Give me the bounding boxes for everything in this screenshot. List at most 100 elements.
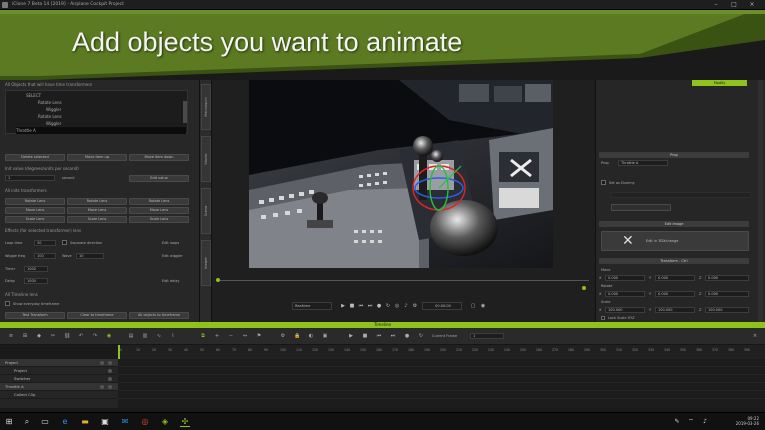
prop-name-field[interactable]: Throttle A bbox=[618, 160, 668, 166]
move-up-button[interactable]: Move item up bbox=[67, 154, 127, 161]
network-icon[interactable]: ⌔ bbox=[686, 417, 696, 427]
tab-modify[interactable]: Modify bbox=[692, 80, 747, 86]
iclone-icon[interactable]: ◈ bbox=[160, 417, 170, 427]
edit-3dxchange-button[interactable]: ✕ Edit in 3DXchange bbox=[601, 231, 749, 251]
tree-item[interactable]: Wiggler bbox=[46, 120, 61, 127]
loop-time-field[interactable]: 30 bbox=[34, 240, 56, 246]
key-icon[interactable]: ◆ bbox=[36, 333, 42, 339]
graph-icon[interactable]: ⌇ bbox=[170, 333, 176, 339]
wiggle-freq-field[interactable]: 100 bbox=[34, 253, 56, 259]
test-transform-button[interactable]: Test Transform bbox=[5, 312, 65, 319]
zoom-in-icon[interactable]: + bbox=[214, 333, 220, 339]
pen-icon[interactable]: ✎ bbox=[672, 417, 682, 427]
time-display-field[interactable]: 00:00:00 bbox=[422, 302, 462, 310]
snap-icon[interactable]: ⧉ bbox=[200, 333, 206, 339]
delay-field[interactable]: 1000 bbox=[24, 278, 48, 284]
move-y-field[interactable]: 0.000 bbox=[655, 275, 695, 281]
tree-scrollbar[interactable] bbox=[183, 101, 187, 123]
maximize-button[interactable]: □ bbox=[726, 1, 742, 9]
track-row[interactable]: Switcher bbox=[0, 375, 118, 383]
file-explorer-icon[interactable]: ▬ bbox=[80, 417, 90, 427]
clear-timeframe-button[interactable]: Clear to timeframe bbox=[67, 312, 127, 319]
curve-icon[interactable]: ∿ bbox=[156, 333, 162, 339]
rotate-lens-button[interactable]: Rotate Lens bbox=[129, 198, 189, 205]
edit-delay-link[interactable]: Edit delay bbox=[162, 279, 179, 283]
move-x-field[interactable]: 0.000 bbox=[605, 275, 645, 281]
scale-lens-button[interactable]: Scale Lens bbox=[5, 216, 65, 223]
scale-z-field[interactable]: 100.000 bbox=[705, 307, 749, 313]
panel-scrollbar[interactable] bbox=[758, 80, 763, 322]
mail-icon[interactable]: ✉ bbox=[120, 417, 130, 427]
timeline-ruler[interactable]: 0 10 20 30 40 50 60 70 80 90 100 110 120… bbox=[118, 345, 765, 359]
timeline-lane[interactable] bbox=[118, 367, 765, 375]
store-icon[interactable]: ▣ bbox=[100, 417, 110, 427]
slider-start-handle[interactable] bbox=[216, 278, 220, 282]
timeline-lane[interactable] bbox=[118, 359, 765, 367]
wave-field[interactable]: 10 bbox=[76, 253, 104, 259]
previous-frame-icon[interactable]: ⏮ bbox=[358, 303, 364, 309]
tree-item[interactable]: Rotate Lens bbox=[38, 113, 62, 120]
next-frame-icon[interactable]: ⏭ bbox=[367, 303, 373, 309]
delete-selected-button[interactable]: Delete selected bbox=[5, 154, 65, 161]
timer-field[interactable]: 1000 bbox=[24, 266, 48, 272]
record-icon[interactable]: ● bbox=[376, 303, 382, 309]
track-row[interactable]: Project bbox=[0, 359, 118, 367]
iclone-active-icon[interactable]: ✣ bbox=[180, 417, 190, 427]
scale-x-field[interactable]: 100.000 bbox=[605, 307, 645, 313]
rotate-lens-button[interactable]: Rotate Lens bbox=[67, 198, 127, 205]
move-lens-button[interactable]: Move Lens bbox=[67, 207, 127, 214]
eye-icon[interactable]: ◐ bbox=[308, 333, 314, 339]
track-row[interactable]: Throttle A bbox=[0, 383, 118, 391]
chrome-icon[interactable]: ◎ bbox=[140, 417, 150, 427]
set-dummy-checkbox[interactable] bbox=[601, 180, 606, 185]
scale-lens-button[interactable]: Scale Lens bbox=[129, 216, 189, 223]
viewport-time-slider[interactable] bbox=[217, 280, 589, 281]
lock-scale-checkbox[interactable] bbox=[601, 316, 605, 320]
edge-icon[interactable]: e bbox=[60, 417, 70, 427]
volume-icon[interactable]: ♪ bbox=[700, 417, 710, 427]
camera-icon[interactable]: ◎ bbox=[394, 303, 400, 309]
object-tree[interactable]: SELECT Rotate Lens Wiggler Rotate Lens W… bbox=[5, 90, 188, 134]
lock-icon[interactable] bbox=[108, 377, 112, 381]
lock-icon[interactable] bbox=[108, 369, 112, 373]
fullscreen-icon[interactable]: ▢ bbox=[470, 303, 476, 309]
record-icon[interactable]: ● bbox=[404, 333, 410, 339]
track-icon[interactable]: ▤ bbox=[128, 333, 134, 339]
undo-icon[interactable]: ↶ bbox=[78, 333, 84, 339]
start-icon[interactable]: ⊞ bbox=[4, 417, 14, 427]
current-frame-field[interactable]: 1 bbox=[470, 333, 504, 339]
collect-clip-icon[interactable]: ⊞ bbox=[22, 333, 28, 339]
lock-icon[interactable] bbox=[108, 361, 112, 365]
timeline-lanes[interactable] bbox=[118, 359, 765, 408]
play-icon[interactable]: ▶ bbox=[348, 333, 354, 339]
timeline-lane[interactable] bbox=[118, 375, 765, 383]
save-icon[interactable]: ▣ bbox=[322, 333, 328, 339]
show-everyday-checkbox[interactable] bbox=[5, 301, 10, 306]
move-down-button[interactable]: Move item down bbox=[129, 154, 189, 161]
timeline-lane[interactable] bbox=[118, 383, 765, 391]
tree-item[interactable]: Rotate Lens bbox=[38, 99, 62, 106]
separate-direction-checkbox[interactable] bbox=[62, 240, 67, 245]
next-frame-icon[interactable]: ⏭ bbox=[390, 333, 396, 339]
rotate-lens-button[interactable]: Rotate Lens bbox=[5, 198, 65, 205]
track-row[interactable]: Collect Clip bbox=[0, 391, 118, 399]
system-clock[interactable]: 09:22 2019-03-26 bbox=[736, 416, 759, 426]
material-dropdown[interactable] bbox=[611, 192, 751, 198]
tab-mannequin[interactable]: Mannequin bbox=[201, 84, 211, 130]
edit-wiggler-link[interactable]: Edit wiggler bbox=[162, 254, 183, 258]
visibility-icon[interactable] bbox=[100, 361, 104, 365]
tab-viewer[interactable]: Viewer bbox=[201, 240, 211, 286]
init-value-field[interactable]: 1 bbox=[5, 175, 55, 181]
search-icon[interactable]: ⌕ bbox=[22, 417, 32, 427]
cockpit-scene-render[interactable] bbox=[249, 80, 553, 268]
tree-item[interactable]: Wiggler bbox=[46, 106, 61, 113]
lock-icon[interactable] bbox=[108, 385, 112, 389]
marker-icon[interactable]: ⚑ bbox=[256, 333, 262, 339]
loop-icon[interactable]: ↻ bbox=[385, 303, 391, 309]
track-row[interactable]: Project bbox=[0, 367, 118, 375]
minimize-button[interactable]: – bbox=[708, 1, 724, 9]
filter-icon[interactable]: ≡ bbox=[8, 333, 14, 339]
audio-icon[interactable]: ♪ bbox=[403, 303, 409, 309]
play-icon[interactable]: ▶ bbox=[340, 303, 346, 309]
rotate-z-field[interactable]: 0.000 bbox=[705, 291, 749, 297]
